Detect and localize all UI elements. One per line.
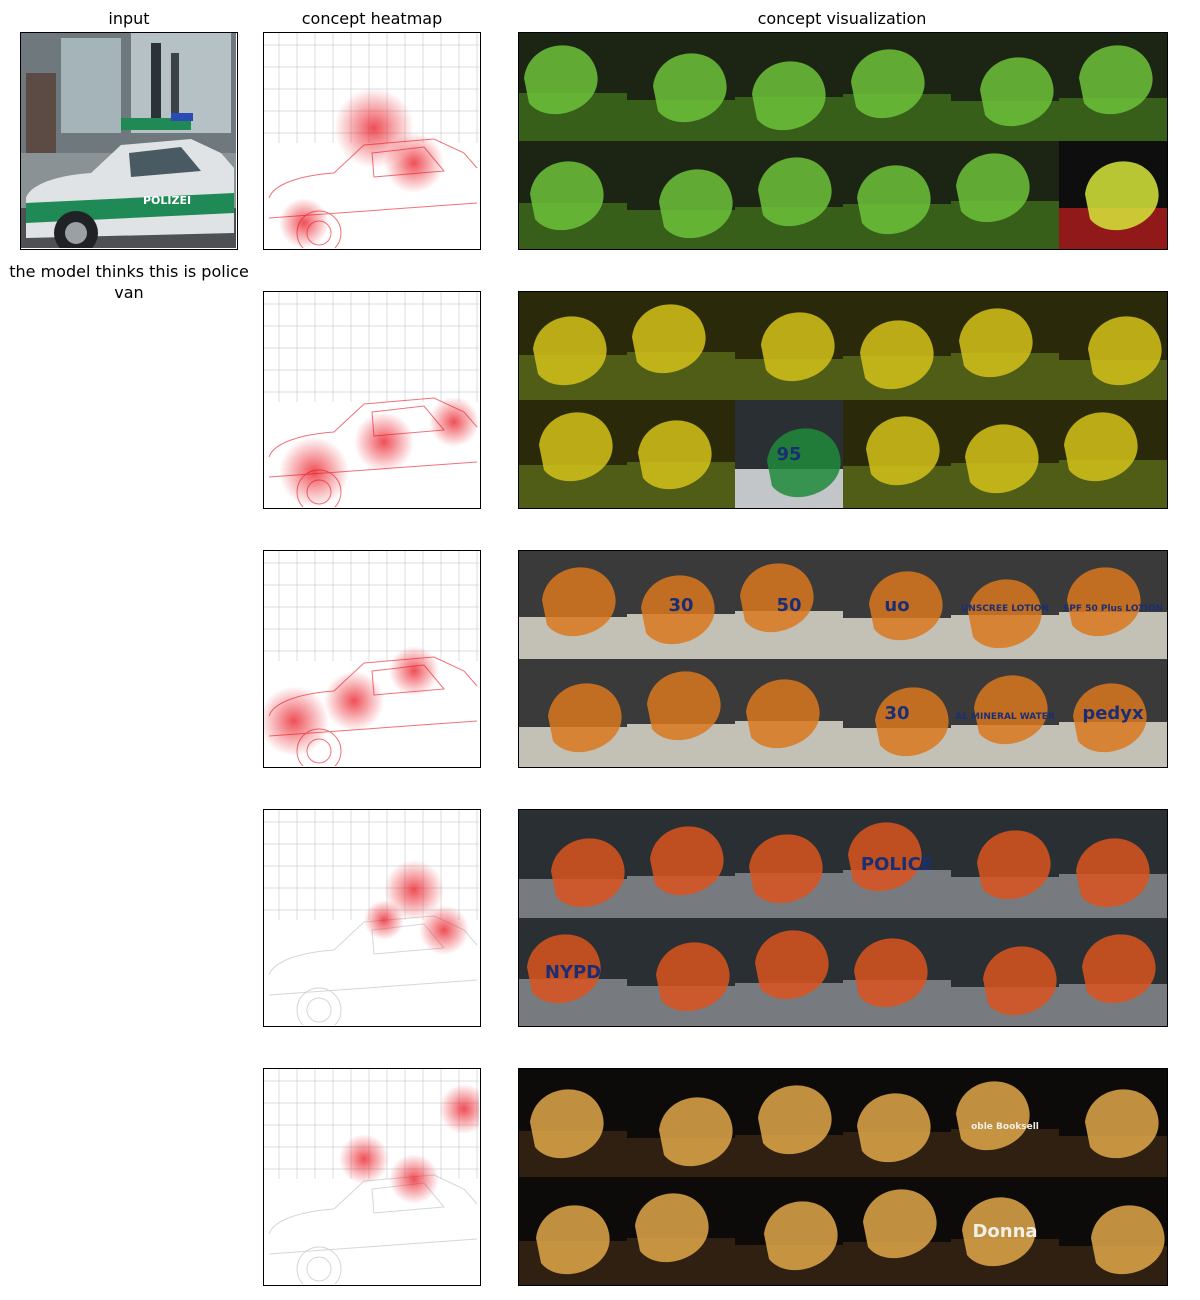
concept-tile-vehicle: NYPD — [519, 918, 627, 1026]
concept-tile-snake — [951, 141, 1059, 249]
concept-tile-bottle: 30 — [627, 551, 735, 659]
concept-tile-night — [627, 1177, 735, 1285]
concept-tile-bottle — [519, 659, 627, 767]
concept-tile-bottle: SPF 50 Plus LOTION — [1059, 551, 1167, 659]
concept-tile-field — [1059, 292, 1167, 400]
concept-tile-night — [519, 1069, 627, 1177]
concept-tile-snake — [519, 141, 627, 249]
concept-tile-snake — [627, 141, 735, 249]
concept-tile-text: uo — [884, 595, 909, 616]
concept-tile-text: UNSCREE LOTION — [961, 604, 1049, 614]
concept-tile-night — [519, 1177, 627, 1285]
concept-tile-text: 30 — [884, 703, 909, 724]
concept-heatmap-5 — [263, 1068, 481, 1286]
concept-tile-field — [735, 292, 843, 400]
concept-tile-snake — [735, 33, 843, 141]
concept-tile-night — [735, 1177, 843, 1285]
concept-visualization-2: 95 — [518, 291, 1168, 509]
concept-tile-bottle — [735, 659, 843, 767]
visualization-column-title: concept visualization — [757, 9, 927, 28]
concept-tile-night — [843, 1069, 951, 1177]
concept-heatmap-4 — [263, 809, 481, 1027]
concept-tile-snake — [735, 141, 843, 249]
concept-tile-text: pedyx — [1082, 703, 1144, 724]
concept-tile-field — [627, 400, 735, 508]
concept-tile-text: oble Booksell — [971, 1122, 1039, 1132]
concept-heatmap-1 — [263, 32, 481, 250]
concept-tile-text: 50 — [776, 595, 801, 616]
concept-tile-night — [1059, 1069, 1167, 1177]
concept-tile-bottle: pedyx — [1059, 659, 1167, 767]
concept-tile-bottle: UNSCREE LOTION — [951, 551, 1059, 659]
concept-visualization-1 — [518, 32, 1168, 250]
car-label-text: POLIZEI — [143, 194, 191, 207]
concept-tile-field — [519, 292, 627, 400]
concept-tile-bottle: AL MINERAL WATER — [951, 659, 1059, 767]
concept-tile-vehicle — [519, 810, 627, 918]
concept-visualization-3: 30 50 uo UNSCREE LOTION SPF 50 Plus LOTION 30… — [518, 550, 1168, 768]
concept-tile-field — [951, 292, 1059, 400]
concept-tile-vehicle — [1059, 918, 1167, 1026]
concept-tile-vehicle: POLICE — [843, 810, 951, 918]
concept-tile-vehicle — [951, 810, 1059, 918]
concept-tile-tennis — [1059, 141, 1167, 249]
concept-tile-night: oble Booksell — [951, 1069, 1059, 1177]
concept-tile-field — [951, 400, 1059, 508]
concept-tile-vehicle — [735, 918, 843, 1026]
concept-tile-text: NYPD — [545, 962, 601, 983]
concept-tile-bottle: 30 — [843, 659, 951, 767]
input-image: POLIZEI — [20, 32, 238, 250]
concept-tile-night — [843, 1177, 951, 1285]
concept-tile-bottle: uo — [843, 551, 951, 659]
concept-tile-snake — [519, 33, 627, 141]
concept-tile-snake — [627, 33, 735, 141]
concept-tile-snake — [843, 33, 951, 141]
input-column-title: input — [108, 9, 150, 28]
concept-tile-bottle — [627, 659, 735, 767]
concept-tile-bottle — [519, 551, 627, 659]
heatmap-column-title: concept heatmap — [301, 9, 443, 28]
concept-tile-night — [735, 1069, 843, 1177]
concept-tile-field — [627, 292, 735, 400]
concept-tile-vehicle — [951, 918, 1059, 1026]
concept-tile-text: 30 — [668, 595, 693, 616]
concept-tile-night — [1059, 1177, 1167, 1285]
concept-tile-text: SPF 50 Plus LOTION — [1063, 604, 1163, 614]
concept-tile-vehicle — [843, 918, 951, 1026]
concept-tile-field — [843, 292, 951, 400]
concept-tile-field — [843, 400, 951, 508]
concept-tile-bottle: 50 — [735, 551, 843, 659]
concept-tile-vehicle — [735, 810, 843, 918]
prediction-caption: the model thinks this is police van — [9, 262, 249, 302]
concept-tile-vehicle — [1059, 810, 1167, 918]
concept-visualization-5: oble Booksell Donna — [518, 1068, 1168, 1286]
concept-visualization-4: POLICE NYPD — [518, 809, 1168, 1027]
concept-tile-vehicle — [627, 918, 735, 1026]
concept-tile-vehicle — [627, 810, 735, 918]
concept-tile-racecar: 95 — [735, 400, 843, 508]
concept-tile-text: 95 — [776, 444, 801, 465]
concept-tile-snake — [951, 33, 1059, 141]
concept-heatmap-2 — [263, 291, 481, 509]
concept-heatmap-3 — [263, 550, 481, 768]
concept-tile-snake — [843, 141, 951, 249]
concept-tile-night — [627, 1069, 735, 1177]
concept-tile-field — [1059, 400, 1167, 508]
concept-tile-night: Donna — [951, 1177, 1059, 1285]
concept-tile-text: Donna — [972, 1221, 1037, 1242]
concept-tile-field — [519, 400, 627, 508]
concept-tile-text: POLICE — [861, 854, 933, 875]
concept-tile-text: AL MINERAL WATER — [955, 712, 1055, 722]
concept-tile-snake — [1059, 33, 1167, 141]
